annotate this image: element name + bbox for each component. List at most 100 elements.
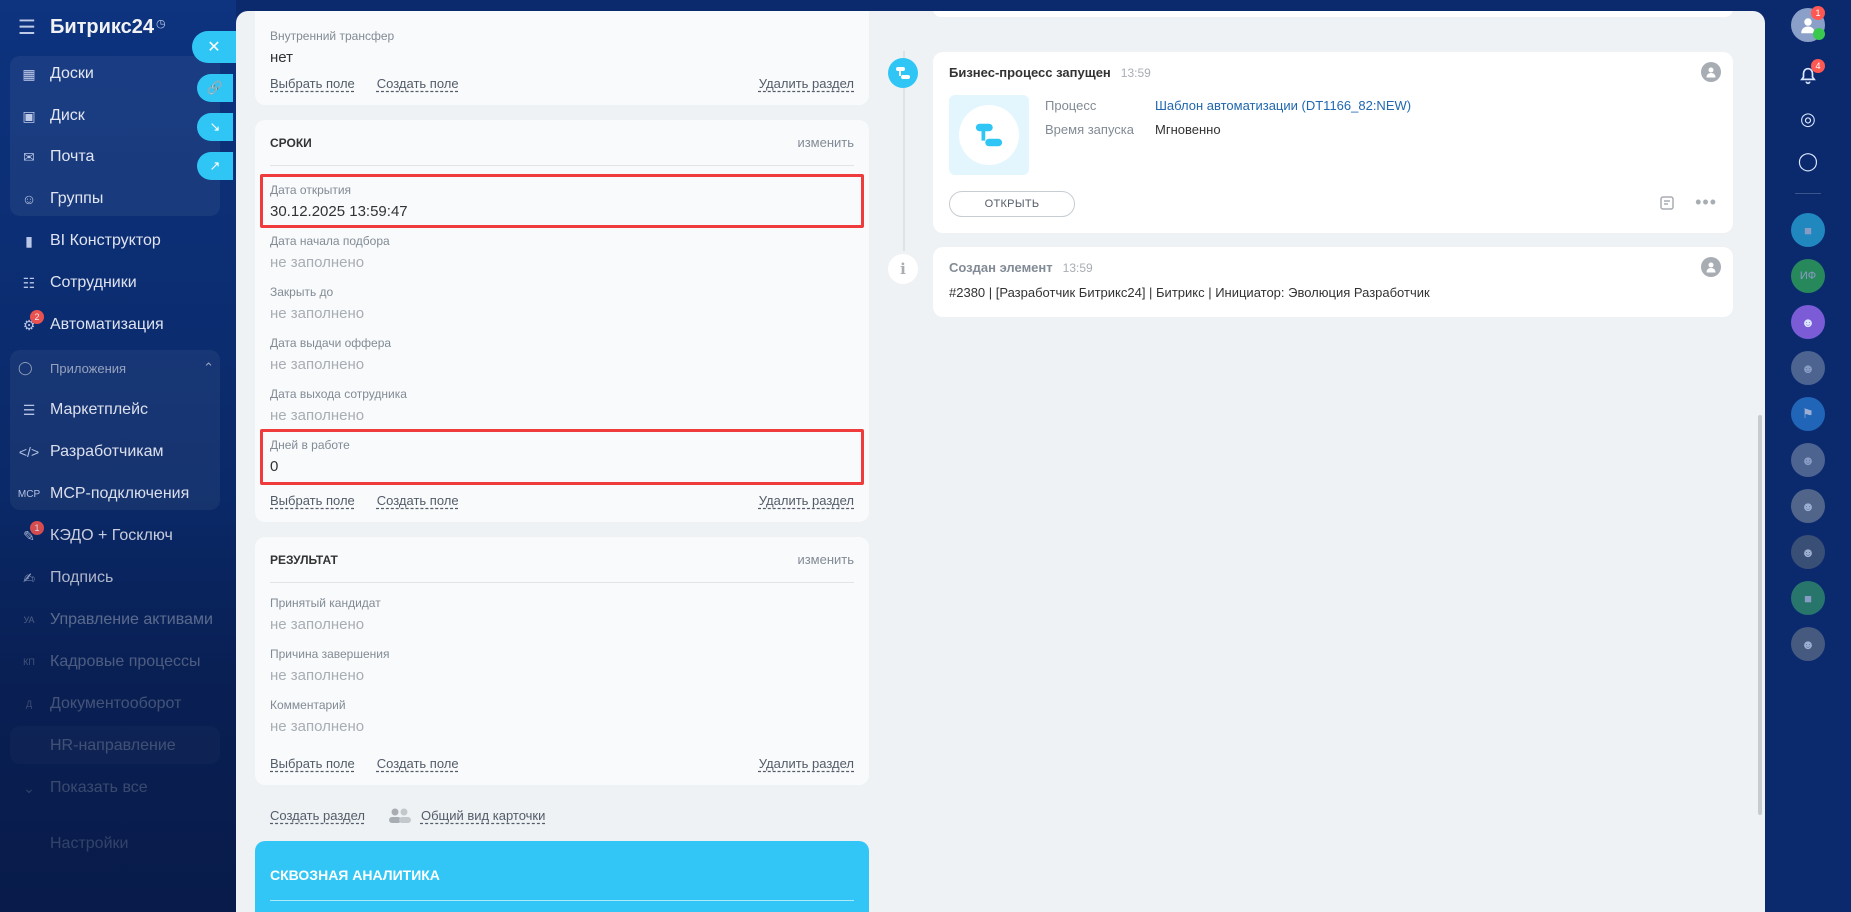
start-time-label: Время запуска xyxy=(1045,122,1135,137)
field-accepted-candidate[interactable]: Принятый кандидат не заполнено xyxy=(270,593,854,643)
section-header: РЕЗУЛЬТАТ изменить xyxy=(270,537,854,583)
user-photo-icon: ☻ xyxy=(1801,314,1815,330)
create-field-link[interactable]: Создать поле xyxy=(377,756,459,771)
menu-item-employees[interactable]: ☷ Сотрудники xyxy=(0,264,236,302)
kedo-badge: 1 xyxy=(30,521,44,535)
select-field-link[interactable]: Выбрать поле xyxy=(270,756,355,771)
field-value: не заполнено xyxy=(270,254,365,271)
menu-item-label: Кадровые процессы xyxy=(50,653,201,670)
user-avatar[interactable]: 1 xyxy=(1791,6,1825,42)
open-button[interactable]: ОТКРЫТЬ xyxy=(949,191,1075,217)
minimize-button[interactable]: ↘ xyxy=(197,113,233,141)
field-label: Дата начала подбора xyxy=(270,234,390,248)
menu-item-hr-direction[interactable]: HR-направление xyxy=(0,727,236,765)
field-offer-date[interactable]: Дата выдачи оффера не заполнено xyxy=(270,333,854,383)
link-icon: 🔗 xyxy=(206,80,224,95)
copy-link-button[interactable]: 🔗 xyxy=(197,74,233,102)
menu-item-kedo[interactable]: ✎ КЭДО + Госключ 1 xyxy=(0,517,236,555)
card-view-label: Общий вид карточки xyxy=(420,807,546,823)
field-internal-transfer[interactable]: Внутренний трансфер нет xyxy=(270,26,854,76)
notifications-button[interactable]: 4 xyxy=(1791,59,1825,93)
created-element-text: #2380 | [Разработчик Битрикс24] | Битрик… xyxy=(949,285,1430,300)
section-header: СРОКИ изменить xyxy=(270,120,854,166)
chat-avatar-9[interactable]: ■ xyxy=(1791,581,1825,615)
more-options-icon[interactable]: ••• xyxy=(1695,192,1717,213)
create-section-link[interactable]: Создать раздел xyxy=(270,808,365,823)
search-chat-button[interactable]: ◯ xyxy=(1791,144,1825,178)
menu-item-groups[interactable]: ☺ Группы xyxy=(0,180,236,218)
menu-item-marketplace[interactable]: ☰ Маркетплейс xyxy=(0,391,236,429)
menu-item-signature[interactable]: ✍ Подпись xyxy=(0,559,236,597)
card-view-link[interactable]: Общий вид карточки xyxy=(387,807,545,823)
mcp-icon: MCP xyxy=(17,488,41,500)
chat-initials: ИФ xyxy=(1799,270,1817,282)
menu-item-settings[interactable]: Настройки xyxy=(0,825,236,863)
scrollbar[interactable] xyxy=(1758,415,1762,815)
select-field-link[interactable]: Выбрать поле xyxy=(270,76,355,91)
user-avatar-icon[interactable] xyxy=(1701,62,1721,82)
menu-item-label: HR-направление xyxy=(50,737,176,754)
settings-icon xyxy=(18,833,40,855)
logo[interactable]: Битрикс24 xyxy=(50,16,154,39)
chat-avatar-6[interactable]: ☻ xyxy=(1791,443,1825,477)
chat-avatar-2[interactable]: ИФ xyxy=(1791,259,1825,293)
card-title: Бизнес-процесс запущен xyxy=(949,65,1111,80)
menu-item-label: Документооборот xyxy=(50,695,182,712)
process-link[interactable]: Шаблон автоматизации (DT1166_82:NEW) xyxy=(1155,98,1411,113)
select-field-link[interactable]: Выбрать поле xyxy=(270,493,355,508)
chat-avatar-7[interactable]: ☻ xyxy=(1791,489,1825,523)
field-completion-reason[interactable]: Причина завершения не заполнено xyxy=(270,644,854,694)
chevron-up-icon[interactable]: ⌃ xyxy=(203,360,214,376)
section-change-link[interactable]: изменить xyxy=(797,552,854,567)
burger-menu-icon[interactable]: ☰ xyxy=(18,15,36,40)
chat-avatar-10[interactable]: ☻ xyxy=(1791,627,1825,661)
process-thumb-circle xyxy=(959,105,1019,165)
chat-icon: ■ xyxy=(1804,590,1812,606)
menu-item-label: Сотрудники xyxy=(50,274,137,291)
note-icon[interactable] xyxy=(1659,195,1675,216)
user-avatar-icon[interactable] xyxy=(1701,257,1721,277)
section-result: РЕЗУЛЬТАТ изменить Принятый кандидат не … xyxy=(255,537,869,785)
timeline-card-business-process: Бизнес-процесс запущен 13:59 Процесс Шабл… xyxy=(933,52,1733,233)
field-label: Причина завершения xyxy=(270,647,390,661)
menu-item-show-all[interactable]: ⌄ Показать все xyxy=(0,769,236,807)
menu-item-label: Автоматизация xyxy=(50,316,164,333)
menu-item-hr-processes[interactable]: КП Кадровые процессы xyxy=(0,643,236,681)
menu-item-bi[interactable]: ▮ BI Конструктор xyxy=(0,222,236,260)
field-label: Внутренний трансфер xyxy=(270,29,395,43)
copilot-button[interactable]: ◎ xyxy=(1791,102,1825,136)
delete-section-link[interactable]: Удалить раздел xyxy=(759,493,854,508)
arrow-down-right-icon: ↘ xyxy=(209,119,221,134)
field-label: Комментарий xyxy=(270,698,346,712)
menu-item-label: Настройки xyxy=(50,835,129,852)
menu-item-assets[interactable]: УА Управление активами xyxy=(0,601,236,639)
external-link-icon: ↗ xyxy=(209,158,221,173)
field-search-start-date[interactable]: Дата начала подбора не заполнено xyxy=(270,231,854,281)
menu-item-docflow[interactable]: Д Документооборот xyxy=(0,685,236,723)
apps-section-title[interactable]: ◯ Приложения ⌃ xyxy=(18,353,218,383)
chat-avatar-5[interactable]: ⚑ xyxy=(1791,397,1825,431)
field-employee-start-date[interactable]: Дата выхода сотрудника не заполнено xyxy=(270,384,854,434)
field-comment[interactable]: Комментарий не заполнено xyxy=(270,695,854,745)
delete-section-link[interactable]: Удалить раздел xyxy=(759,76,854,91)
menu-item-developers[interactable]: </> Разработчикам xyxy=(0,433,236,471)
field-open-date[interactable]: Дата открытия 30.12.2025 13:59:47 xyxy=(270,180,854,230)
section-change-link[interactable]: изменить xyxy=(797,135,854,150)
docflow-icon: Д xyxy=(25,699,33,709)
menu-item-label: Подпись xyxy=(50,569,114,586)
create-field-link[interactable]: Создать поле xyxy=(377,76,459,91)
chat-icon: ■ xyxy=(1804,222,1812,238)
menu-item-mcp[interactable]: MCP MCP-подключения xyxy=(0,475,236,513)
slider-close-button[interactable]: ✕ xyxy=(192,31,236,63)
marketplace-icon: ☰ xyxy=(22,401,36,418)
chat-avatar-1[interactable]: ■ xyxy=(1791,213,1825,247)
open-new-window-button[interactable]: ↗ xyxy=(197,152,233,180)
menu-item-automation[interactable]: ⚙ Автоматизация 2 xyxy=(0,306,236,344)
chat-avatar-3[interactable]: ☻ xyxy=(1791,305,1825,339)
delete-section-link[interactable]: Удалить раздел xyxy=(759,756,854,771)
field-days-in-work[interactable]: Дней в работе 0 xyxy=(270,435,854,485)
chat-avatar-4[interactable]: ☻ xyxy=(1791,351,1825,385)
create-field-link[interactable]: Создать поле xyxy=(377,493,459,508)
chat-avatar-8[interactable]: ☻ xyxy=(1791,535,1825,569)
field-close-by[interactable]: Закрыть до не заполнено xyxy=(270,282,854,332)
